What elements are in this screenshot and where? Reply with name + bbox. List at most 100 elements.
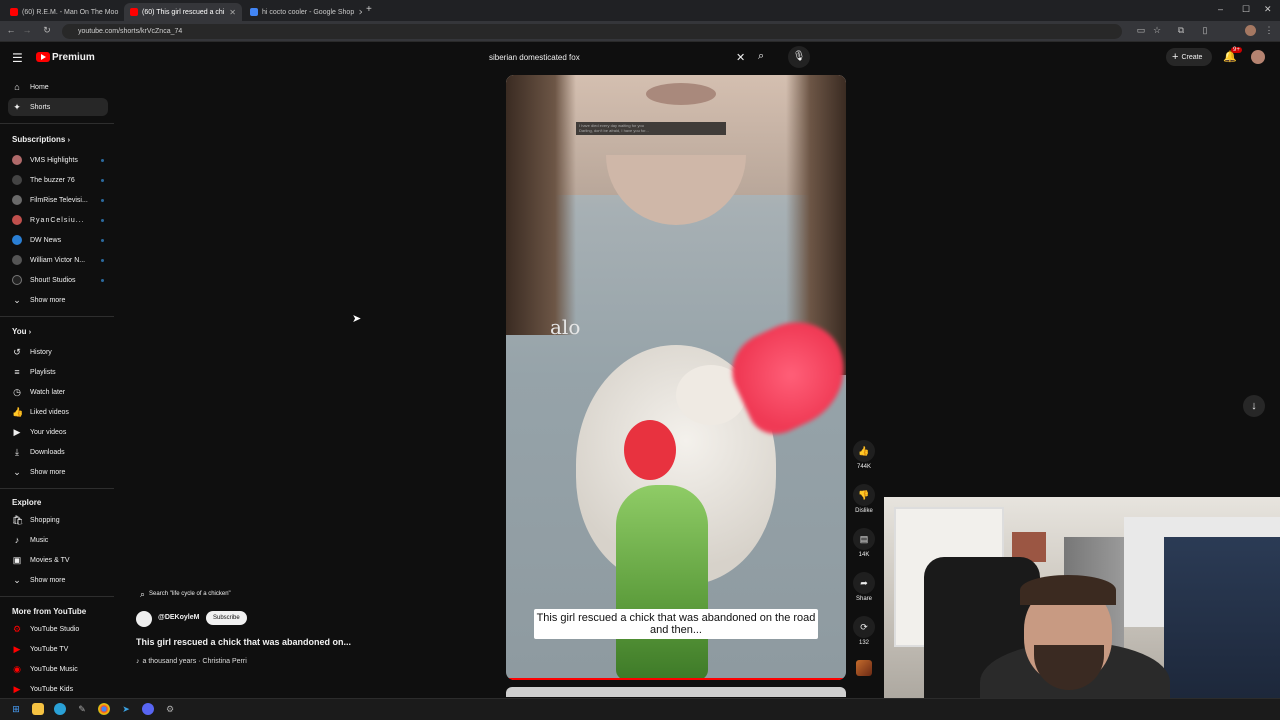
tab-rem[interactable]: (60) R.E.M. - Man On The Moo ✕ <box>4 3 122 21</box>
youtube-logo-icon[interactable] <box>36 52 50 62</box>
close-tab-icon[interactable]: ✕ <box>358 8 362 17</box>
subscription-item[interactable]: RyanCelsiu... <box>8 211 108 229</box>
sidebar-item-youtube-tv[interactable]: ▶ YouTube TV <box>8 640 108 658</box>
tab-current-short[interactable]: (60) This girl rescued a chi ✕ <box>124 3 242 21</box>
short-title[interactable]: This girl rescued a chick that was aband… <box>136 637 351 647</box>
more-menu-icon[interactable]: ⋮ <box>1262 25 1276 36</box>
bookmark-star-icon[interactable]: ☆ <box>1150 25 1164 36</box>
edge-browser-icon[interactable] <box>54 703 66 715</box>
create-button[interactable]: + Create <box>1166 48 1212 66</box>
sidebar-item-watch-later[interactable]: ◷ Watch later <box>8 383 108 401</box>
subscription-item[interactable]: DW News <box>8 231 108 249</box>
sidebar-item-your-videos[interactable]: ▶ Your videos <box>8 423 108 441</box>
file-explorer-icon[interactable] <box>32 703 44 715</box>
sound-thumbnail[interactable] <box>856 660 872 676</box>
tab-google-shopping[interactable]: hi cocto cooler - Google Shop ✕ <box>244 3 362 21</box>
video-icon: ▶ <box>13 427 21 437</box>
telegram-icon[interactable]: ➤ <box>120 703 132 715</box>
sidebar-item-playlists[interactable]: ≡ Playlists <box>8 363 108 381</box>
chrome-icon[interactable] <box>98 703 110 715</box>
share-label: Share <box>855 596 872 602</box>
sidebar-item-movies-tv[interactable]: ▣ Movies & TV <box>8 551 108 569</box>
sidebar-item-label: Watch later <box>30 388 66 396</box>
sidebar-item-label: Your videos <box>30 428 67 436</box>
new-content-dot <box>101 159 104 162</box>
windows-start-icon[interactable]: ⊞ <box>10 703 22 715</box>
settings-gear-icon[interactable]: ⚙ <box>164 703 176 715</box>
subscription-label: William Victor N... <box>30 256 86 264</box>
account-avatar[interactable] <box>1251 50 1265 64</box>
sidebar: ⌂ Home ✦ Shorts Subscriptions › VMS High… <box>0 76 120 696</box>
new-content-dot <box>101 199 104 202</box>
share-icon: ➦ <box>853 572 875 594</box>
youtube-favicon-icon <box>130 8 138 16</box>
sidepanel-icon[interactable]: ▯ <box>1198 25 1212 36</box>
show-more-subscriptions[interactable]: ⌄ Show more <box>8 291 108 309</box>
next-short-arrow-icon[interactable]: ↓ <box>1243 395 1265 417</box>
download-icon: ⤓ <box>15 447 19 457</box>
movies-icon: ▣ <box>12 555 22 565</box>
subscriptions-heading[interactable]: Subscriptions › <box>12 135 70 144</box>
sidebar-item-youtube-music[interactable]: ◉ YouTube Music <box>8 660 108 678</box>
search-suggestion-chip[interactable]: ⌕ Search "life cycle of a chicken" <box>140 587 231 601</box>
microphone-icon[interactable]: 🎙 <box>788 46 810 68</box>
address-bar[interactable]: youtube.com/shorts/krVcZnca_74 <box>62 24 1122 39</box>
sidebar-item-liked-videos[interactable]: 👍 Liked videos <box>8 403 108 421</box>
sidebar-item-shorts[interactable]: ✦ Shorts <box>8 98 108 116</box>
youtube-studio-icon: ⚙ <box>12 624 22 634</box>
sidebar-item-history[interactable]: ↺ History <box>8 343 108 361</box>
back-icon[interactable]: ← <box>4 25 18 35</box>
hamburger-icon[interactable]: ☰ <box>12 51 23 65</box>
remix-action[interactable]: ⟳ 132 <box>852 616 876 646</box>
clear-search-icon[interactable]: ✕ <box>736 51 745 64</box>
channel-avatar <box>12 275 22 285</box>
discord-icon[interactable] <box>142 703 154 715</box>
next-short-preview[interactable] <box>506 687 846 697</box>
install-icon[interactable]: ▭ <box>1134 25 1148 36</box>
new-tab-button[interactable]: + <box>366 4 372 15</box>
youtube-favicon-icon <box>10 8 18 16</box>
show-more-you[interactable]: ⌄ Show more <box>8 463 108 481</box>
comments-action[interactable]: ▤ 14K <box>852 528 876 558</box>
you-heading[interactable]: You › <box>12 327 31 336</box>
subscribe-button[interactable]: Subscribe <box>206 611 247 625</box>
reload-icon[interactable]: ↻ <box>40 25 54 36</box>
sound-link[interactable]: ♪ a thousand years · Christina Perri <box>136 658 247 665</box>
show-more-label: Show more <box>30 468 66 476</box>
forward-icon[interactable]: → <box>20 25 34 35</box>
sidebar-item-downloads[interactable]: ⤓ Downloads <box>8 443 108 461</box>
music-icon: ♪ <box>14 535 20 545</box>
show-more-explore[interactable]: ⌄ Show more <box>8 571 108 589</box>
subscription-item[interactable]: William Victor N... <box>8 251 108 269</box>
channel-avatar[interactable] <box>136 611 152 627</box>
sidebar-item-music[interactable]: ♪ Music <box>8 531 108 549</box>
lyric-caption-box: I have died every day waiting for you Da… <box>576 122 726 135</box>
video-progress-bar[interactable] <box>506 678 846 680</box>
sidebar-item-shopping[interactable]: 🛍 Shopping <box>8 511 108 529</box>
channel-handle[interactable]: @DEKoyleM <box>158 614 199 621</box>
minimize-icon[interactable]: – <box>1218 4 1223 14</box>
maximize-icon[interactable]: ☐ <box>1242 4 1250 15</box>
subscription-item[interactable]: VMS Highlights <box>8 151 108 169</box>
video-caption: This girl rescued a chick that was aband… <box>534 609 818 639</box>
subscription-item[interactable]: Shout! Studios <box>8 271 108 289</box>
sidebar-item-youtube-studio[interactable]: ⚙ YouTube Studio <box>8 620 108 638</box>
like-action[interactable]: 👍 744K <box>852 440 876 470</box>
webcam-chair-right <box>1164 537 1280 720</box>
sound-label: a thousand years · Christina Perri <box>142 658 247 665</box>
search-input[interactable]: siberian domesticated fox <box>481 48 753 66</box>
extensions-icon[interactable]: ⧉ <box>1174 25 1188 36</box>
subscription-item[interactable]: The buzzer 76 <box>8 171 108 189</box>
search-icon[interactable]: ⌕ <box>758 50 764 63</box>
subscription-item[interactable]: FilmRise Televisi... <box>8 191 108 209</box>
share-action[interactable]: ➦ Share <box>852 572 876 602</box>
sidebar-item-youtube-kids[interactable]: ▶ YouTube Kids <box>8 680 108 698</box>
close-window-icon[interactable]: ✕ <box>1264 4 1272 15</box>
pen-icon[interactable]: ✎ <box>76 703 88 715</box>
close-tab-icon[interactable]: ✕ <box>229 8 236 17</box>
sidebar-item-home[interactable]: ⌂ Home <box>8 78 108 96</box>
dislike-action[interactable]: 👎 Dislike <box>852 484 876 514</box>
sidebar-item-label: Home <box>30 83 49 91</box>
profile-avatar[interactable] <box>1245 25 1256 36</box>
short-video-player[interactable]: I have died every day waiting for you Da… <box>506 75 846 680</box>
